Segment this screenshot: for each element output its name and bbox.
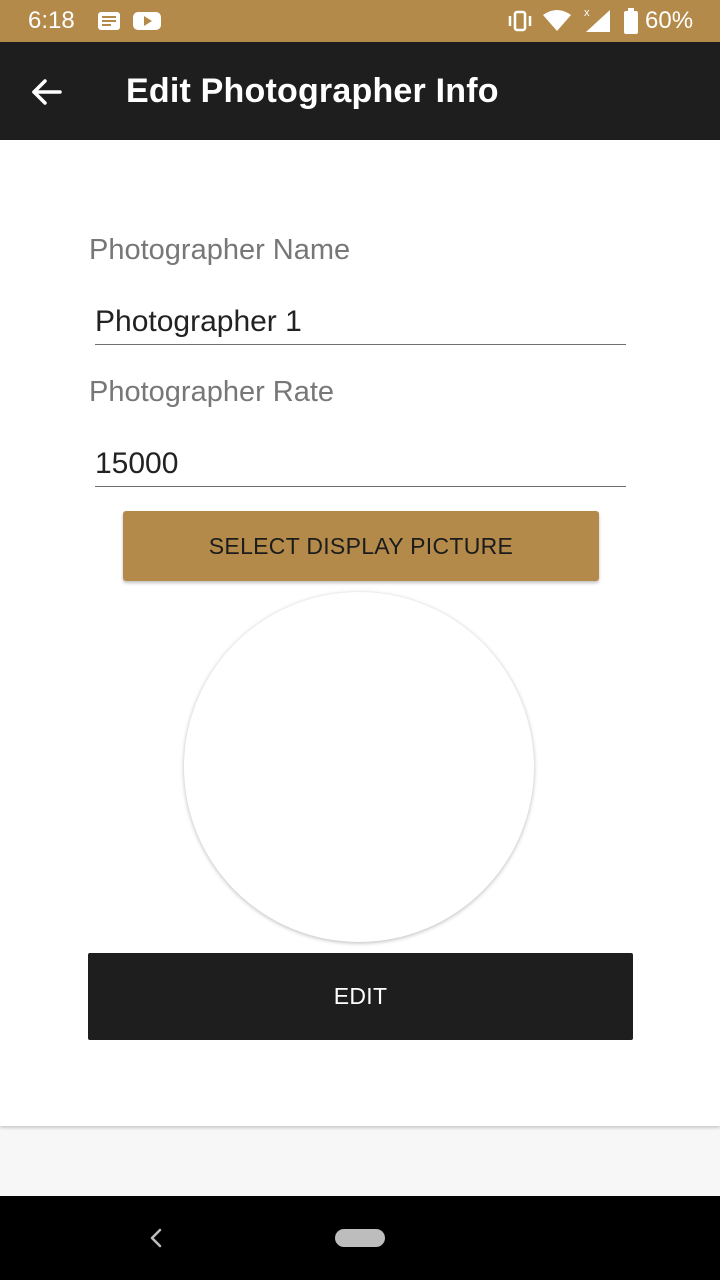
- status-time: 6:18: [28, 7, 75, 34]
- wifi-icon: [542, 9, 572, 38]
- arrow-left-icon: [32, 79, 62, 105]
- message-icon: [97, 11, 121, 36]
- form-card: Photographer Name Photographer Rate SELE…: [0, 140, 720, 1126]
- nav-back-button[interactable]: [146, 1225, 166, 1251]
- app-bar: Edit Photographer Info: [0, 42, 720, 140]
- page-title: Edit Photographer Info: [126, 72, 499, 110]
- vibrate-icon: [506, 10, 534, 37]
- battery-icon: [624, 8, 638, 39]
- photographer-name-label: Photographer Name: [89, 234, 351, 266]
- youtube-icon: [133, 11, 161, 36]
- battery-percentage: 60%: [645, 7, 694, 34]
- select-display-picture-button[interactable]: SELECT DISPLAY PICTURE: [123, 511, 599, 581]
- status-bar: 6:18 x 60%: [0, 0, 720, 42]
- photographer-name-input[interactable]: [95, 300, 626, 345]
- photographer-rate-label: Photographer Rate: [89, 376, 335, 408]
- back-button[interactable]: [28, 72, 68, 112]
- edit-button[interactable]: EDIT: [88, 953, 633, 1040]
- home-pill-icon[interactable]: [335, 1229, 385, 1247]
- edit-button-label: EDIT: [333, 983, 388, 1009]
- chevron-left-icon: [150, 1228, 162, 1248]
- display-picture-preview[interactable]: [184, 592, 534, 942]
- svg-text:x: x: [584, 7, 590, 19]
- photographer-rate-input[interactable]: [95, 442, 626, 487]
- select-display-picture-label: SELECT DISPLAY PICTURE: [208, 532, 514, 559]
- signal-icon: x: [582, 6, 612, 39]
